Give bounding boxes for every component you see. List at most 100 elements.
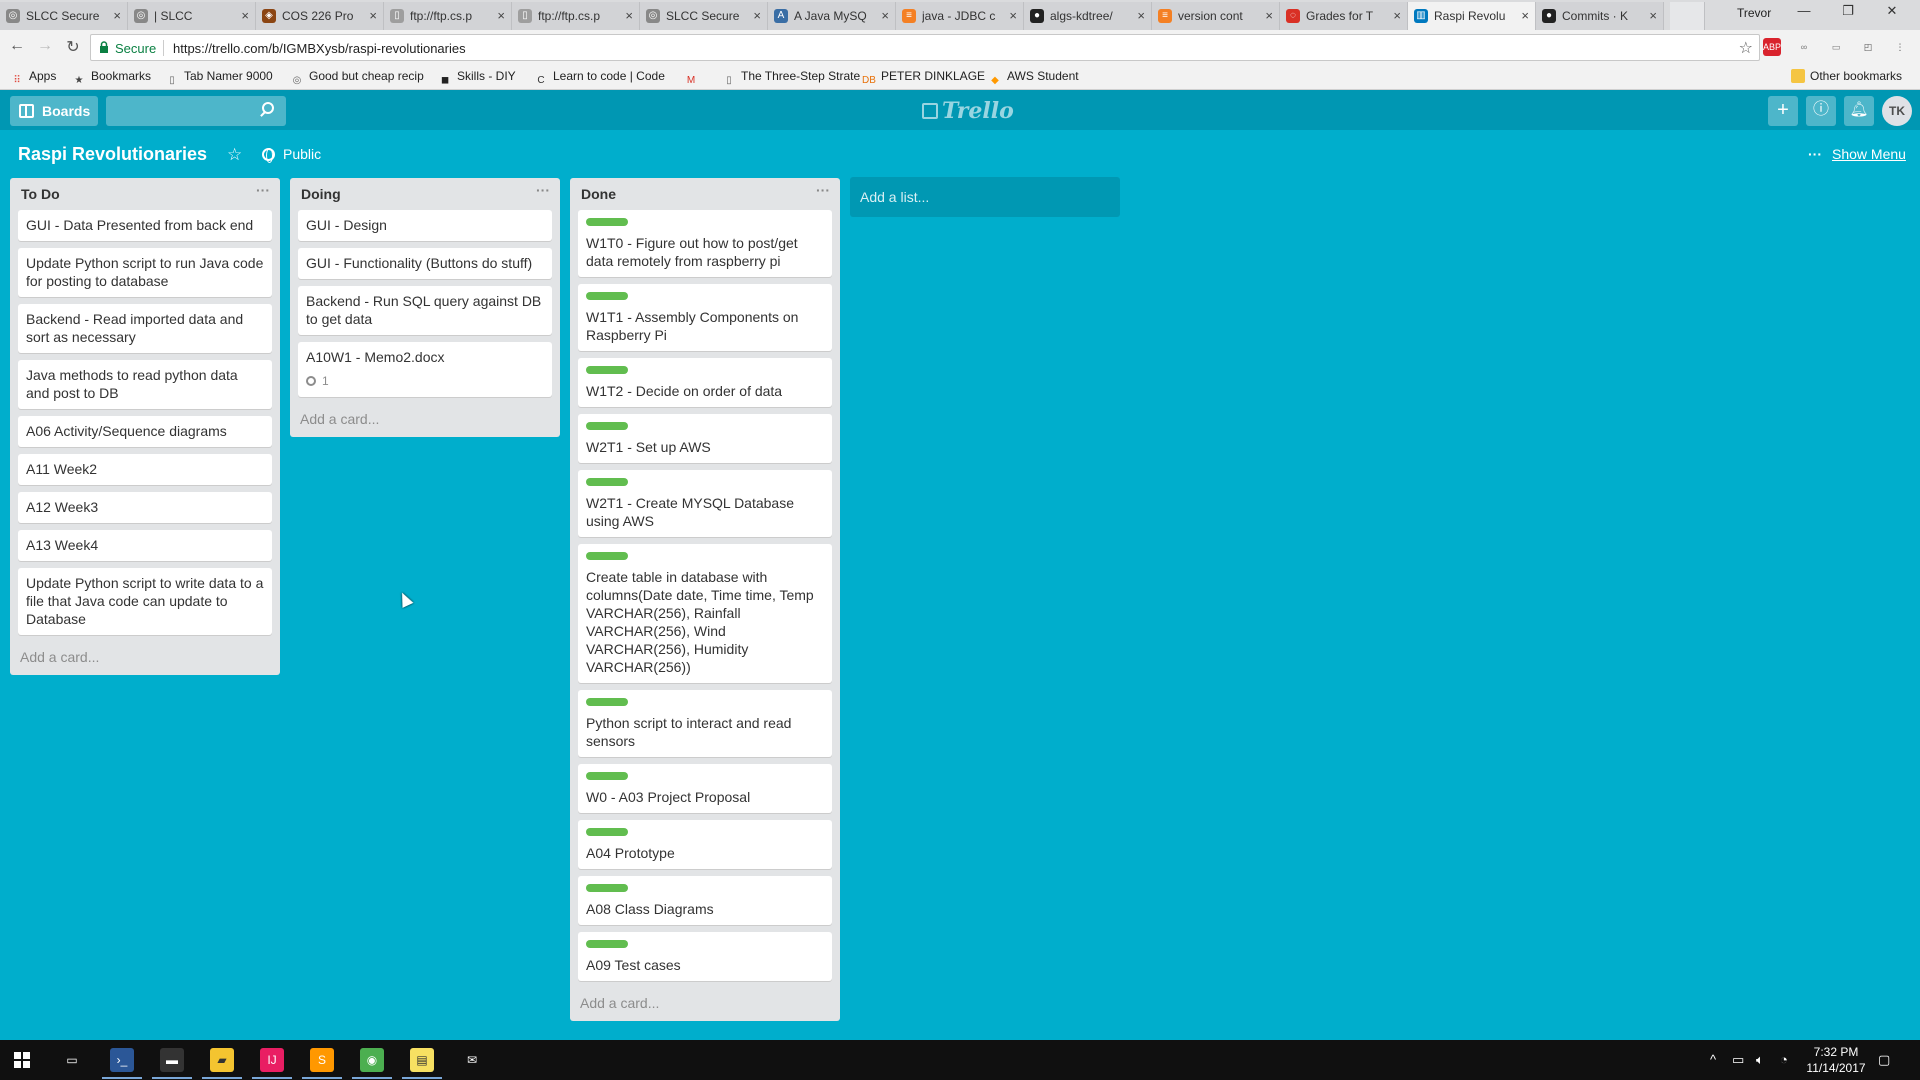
bookmark-item[interactable]: ◎ Good but cheap recip bbox=[290, 69, 424, 88]
list-header[interactable]: Done ··· bbox=[578, 178, 832, 210]
link-icon[interactable]: ∞ bbox=[1795, 38, 1813, 56]
list-menu-icon[interactable]: ··· bbox=[256, 182, 270, 198]
mail-icon[interactable]: ✉ bbox=[460, 1048, 484, 1072]
tab-close-icon[interactable]: × bbox=[1137, 2, 1145, 30]
card[interactable]: GUI - Functionality (Buttons do stuff) bbox=[298, 248, 552, 279]
card-label[interactable] bbox=[586, 218, 628, 226]
new-tab-button[interactable] bbox=[1670, 2, 1705, 30]
bookmark-item[interactable]: ⠿ Apps bbox=[10, 69, 56, 88]
cast-icon[interactable]: ◰ bbox=[1859, 38, 1877, 56]
visibility-button[interactable]: Public bbox=[262, 146, 321, 163]
card[interactable]: Update Python script to write data to a … bbox=[18, 568, 272, 635]
tab[interactable]: A A Java MySQ × bbox=[768, 2, 896, 30]
card[interactable]: W1T2 - Decide on order of data bbox=[578, 358, 832, 407]
tab[interactable]: ● algs-kdtree/ × bbox=[1024, 2, 1152, 30]
restore-icon[interactable]: ❐ bbox=[1828, 3, 1868, 19]
battery-icon[interactable]: ▭ bbox=[1732, 1052, 1744, 1068]
list-menu-icon[interactable]: ··· bbox=[816, 182, 830, 198]
list-title[interactable]: Done bbox=[581, 186, 616, 202]
tab-close-icon[interactable]: × bbox=[1265, 2, 1273, 30]
bookmark-item[interactable]: DB PETER DINKLAGE bbox=[862, 69, 985, 88]
omnibox[interactable]: Secure https://trello.com/b/IGMBXysb/ras… bbox=[90, 34, 1760, 61]
avatar[interactable]: TK bbox=[1882, 96, 1912, 126]
tab-close-icon[interactable]: × bbox=[1393, 2, 1401, 30]
tab-close-icon[interactable]: × bbox=[241, 2, 249, 30]
sticky-notes-icon[interactable]: ▤ bbox=[402, 1048, 442, 1079]
card[interactable]: GUI - Data Presented from back end bbox=[18, 210, 272, 241]
card[interactable]: A11 Week2 bbox=[18, 454, 272, 485]
bookmark-star-icon[interactable]: ☆ bbox=[1739, 38, 1753, 58]
profile-name[interactable]: Trevor bbox=[1737, 6, 1771, 20]
card[interactable]: A04 Prototype bbox=[578, 820, 832, 869]
list-menu-icon[interactable]: ··· bbox=[536, 182, 550, 198]
card[interactable]: A09 Test cases bbox=[578, 932, 832, 981]
tab-close-icon[interactable]: × bbox=[113, 2, 121, 30]
add-card-button[interactable]: Add a card... bbox=[578, 988, 832, 1013]
bookmark-item[interactable]: ▯ The Three-Step Strate bbox=[722, 69, 860, 88]
bookmark-item[interactable]: C Learn to code | Code bbox=[534, 69, 665, 88]
board-title[interactable]: Raspi Revolutionaries bbox=[18, 144, 207, 165]
tab-close-icon[interactable]: × bbox=[881, 2, 889, 30]
card[interactable]: A08 Class Diagrams bbox=[578, 876, 832, 925]
bookmark-item[interactable]: ★ Bookmarks bbox=[72, 69, 152, 88]
bookmark-item[interactable]: M bbox=[684, 69, 703, 88]
card-label[interactable] bbox=[586, 366, 628, 374]
tab-close-icon[interactable]: × bbox=[625, 2, 633, 30]
tab-close-icon[interactable]: × bbox=[497, 2, 505, 30]
clock[interactable]: 7:32 PM 11/14/2017 bbox=[1806, 1044, 1866, 1076]
card-label[interactable] bbox=[586, 828, 628, 836]
bookmark-item[interactable]: ▯ Tab Namer 9000 bbox=[165, 69, 272, 88]
volume-muted-icon[interactable]: 🔈︎ bbox=[1756, 1052, 1764, 1068]
card[interactable]: A12 Week3 bbox=[18, 492, 272, 523]
card[interactable]: A10W1 - Memo2.docx 1 bbox=[298, 342, 552, 397]
card-label[interactable] bbox=[586, 552, 628, 560]
tab-close-icon[interactable]: × bbox=[1009, 2, 1017, 30]
tab[interactable]: ◎ SLCC Secure × bbox=[0, 2, 128, 30]
card[interactable]: Backend - Read imported data and sort as… bbox=[18, 304, 272, 353]
powershell-icon[interactable]: ›_ bbox=[102, 1048, 142, 1079]
tab[interactable]: ◌ Grades for T × bbox=[1280, 2, 1408, 30]
minimize-icon[interactable]: — bbox=[1784, 3, 1824, 18]
boards-button[interactable]: Boards bbox=[10, 96, 98, 126]
card-label[interactable] bbox=[586, 698, 628, 706]
back-icon[interactable]: ← bbox=[6, 37, 28, 55]
card-label[interactable] bbox=[586, 422, 628, 430]
terminal-icon[interactable]: ▬ bbox=[152, 1048, 192, 1079]
card[interactable]: A06 Activity/Sequence diagrams bbox=[18, 416, 272, 447]
card[interactable]: W2T1 - Create MYSQL Database using AWS bbox=[578, 470, 832, 537]
card-label[interactable] bbox=[586, 772, 628, 780]
board-star-icon[interactable]: ☆ bbox=[227, 145, 242, 165]
menu-icon[interactable]: ⋮ bbox=[1891, 38, 1909, 56]
show-menu-button[interactable]: ··· Show Menu bbox=[1808, 146, 1906, 162]
card-label[interactable] bbox=[586, 884, 628, 892]
intellij-icon[interactable]: IJ bbox=[252, 1048, 292, 1079]
tab[interactable]: ◎ | SLCC × bbox=[128, 2, 256, 30]
card[interactable]: A13 Week4 bbox=[18, 530, 272, 561]
card-label[interactable] bbox=[586, 478, 628, 486]
close-window-icon[interactable]: ✕ bbox=[1872, 3, 1912, 19]
card[interactable]: Create table in database with columns(Da… bbox=[578, 544, 832, 683]
list-header[interactable]: To Do ··· bbox=[18, 178, 272, 210]
tab[interactable]: ≡ version cont × bbox=[1152, 2, 1280, 30]
screen-icon[interactable]: ▭ bbox=[1827, 38, 1845, 56]
forward-icon[interactable]: → bbox=[34, 37, 56, 55]
add-card-button[interactable]: Add a card... bbox=[18, 642, 272, 667]
card-label[interactable] bbox=[586, 940, 628, 948]
task-view-icon[interactable]: ▭ bbox=[60, 1048, 84, 1072]
card[interactable]: W1T1 - Assembly Components on Raspberry … bbox=[578, 284, 832, 351]
sublime-icon[interactable]: S bbox=[302, 1048, 342, 1079]
card[interactable]: W2T1 - Set up AWS bbox=[578, 414, 832, 463]
tray-chevron-icon[interactable]: ^ bbox=[1710, 1052, 1716, 1067]
tab[interactable]: ◎ SLCC Secure × bbox=[640, 2, 768, 30]
tab-close-icon[interactable]: × bbox=[369, 2, 377, 30]
windows-start-icon[interactable] bbox=[14, 1052, 30, 1068]
action-center-icon[interactable]: ▢ bbox=[1878, 1052, 1890, 1068]
card[interactable]: Python script to interact and read senso… bbox=[578, 690, 832, 757]
add-icon[interactable]: + bbox=[1768, 96, 1798, 126]
tab-close-icon[interactable]: × bbox=[753, 2, 761, 30]
url-text[interactable]: https://trello.com/b/IGMBXysb/raspi-revo… bbox=[173, 41, 466, 56]
adblock-icon[interactable]: ABP bbox=[1763, 38, 1781, 56]
other-bookmarks[interactable]: Other bookmarks bbox=[1791, 69, 1902, 83]
card-label[interactable] bbox=[586, 292, 628, 300]
card[interactable]: W1T0 - Figure out how to post/get data r… bbox=[578, 210, 832, 277]
